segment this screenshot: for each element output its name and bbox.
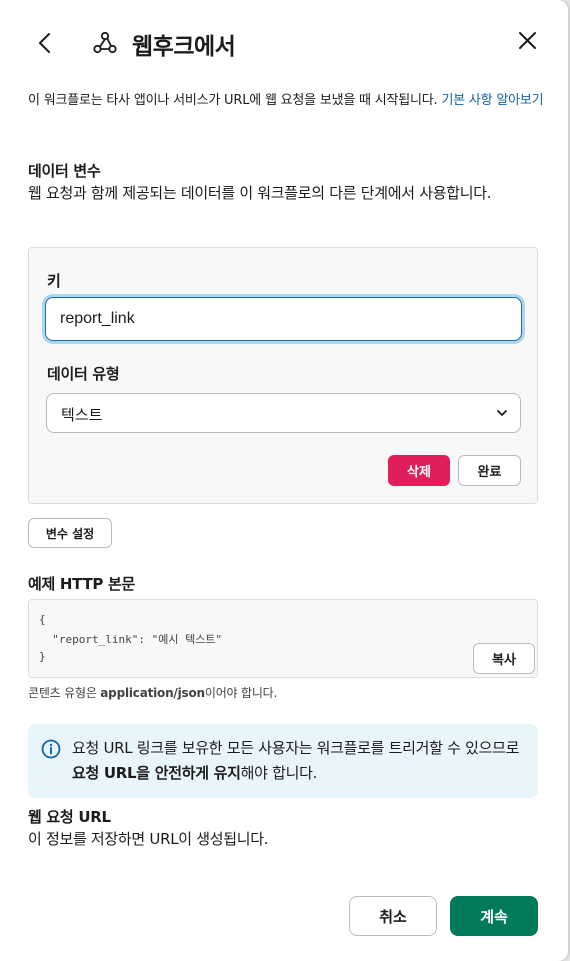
key-label: 키 — [47, 272, 61, 290]
learn-basics-link[interactable]: 기본 사항 알아보기 — [441, 93, 543, 108]
data-variables-description: 웹 요청과 함께 제공되는 데이터를 이 워크플로의 다른 단계에서 사용합니다… — [28, 184, 492, 202]
data-variables-title: 데이터 변수 — [28, 162, 101, 180]
copy-button[interactable]: 복사 — [473, 643, 535, 674]
info-text: 요청 URL 링크를 보유한 모든 사용자는 워크플로를 트리거할 수 있으므로… — [72, 736, 527, 786]
back-arrow-icon — [39, 33, 50, 53]
done-button[interactable]: 완료 — [458, 455, 521, 486]
data-type-label: 데이터 유형 — [47, 365, 120, 383]
content-type-value: application/json — [100, 686, 205, 700]
setup-variables-button[interactable]: 변수 설정 — [28, 518, 112, 548]
example-body-title: 예제 HTTP 본문 — [28, 575, 136, 593]
info-text-after: 해야 합니다. — [240, 764, 318, 782]
security-info-banner: 요청 URL 링크를 보유한 모든 사용자는 워크플로를 트리거할 수 있으므로… — [28, 724, 538, 798]
data-type-value: 텍스트 — [61, 406, 103, 424]
content-type-note: 콘텐츠 유형은 application/json이어야 합니다. — [28, 684, 277, 701]
delete-button[interactable]: 삭제 — [388, 455, 450, 486]
webhook-icon — [93, 31, 117, 54]
example-body-code: { "report_link": "예시 텍스트" } 복사 — [28, 599, 538, 678]
continue-button[interactable]: 계속 — [450, 896, 538, 936]
modal-header: 웹후크에서 — [0, 0, 568, 86]
web-request-url-title: 웹 요청 URL — [28, 808, 111, 826]
info-icon — [41, 739, 61, 759]
close-icon — [519, 32, 536, 49]
modal-title: 웹후크에서 — [132, 34, 236, 60]
code-line: "report_link": "예시 텍스트" — [39, 633, 223, 646]
webhook-modal: 웹후크에서 이 워크플로는 타사 앱이나 서비스가 URL에 웹 요청을 보냈을… — [0, 0, 568, 961]
intro-description: 이 워크플로는 타사 앱이나 서비스가 URL에 웹 요청을 보냈을 때 시작됩… — [28, 93, 438, 108]
close-button[interactable] — [514, 27, 542, 55]
data-type-select[interactable]: 텍스트 — [46, 393, 521, 433]
code-line: { — [39, 613, 46, 626]
web-request-url-description: 이 정보를 저장하면 URL이 생성됩니다. — [28, 830, 269, 848]
back-button[interactable] — [30, 26, 60, 60]
key-input[interactable] — [45, 297, 522, 341]
intro-text: 이 워크플로는 타사 앱이나 서비스가 URL에 웹 요청을 보냈을 때 시작됩… — [28, 89, 548, 113]
variable-editor: 키 데이터 유형 텍스트 삭제 완료 — [28, 247, 538, 504]
info-text-before: 요청 URL 링크를 보유한 모든 사용자는 워크플로를 트리거할 수 있으므로 — [72, 739, 520, 757]
code-line: } — [39, 650, 46, 663]
cancel-button[interactable]: 취소 — [349, 896, 437, 936]
content-type-suffix: 이어야 합니다. — [204, 686, 278, 700]
chevron-down-icon — [497, 410, 507, 416]
content-type-prefix: 콘텐츠 유형은 — [28, 686, 101, 700]
info-text-bold: 요청 URL을 안전하게 유지 — [72, 764, 241, 782]
